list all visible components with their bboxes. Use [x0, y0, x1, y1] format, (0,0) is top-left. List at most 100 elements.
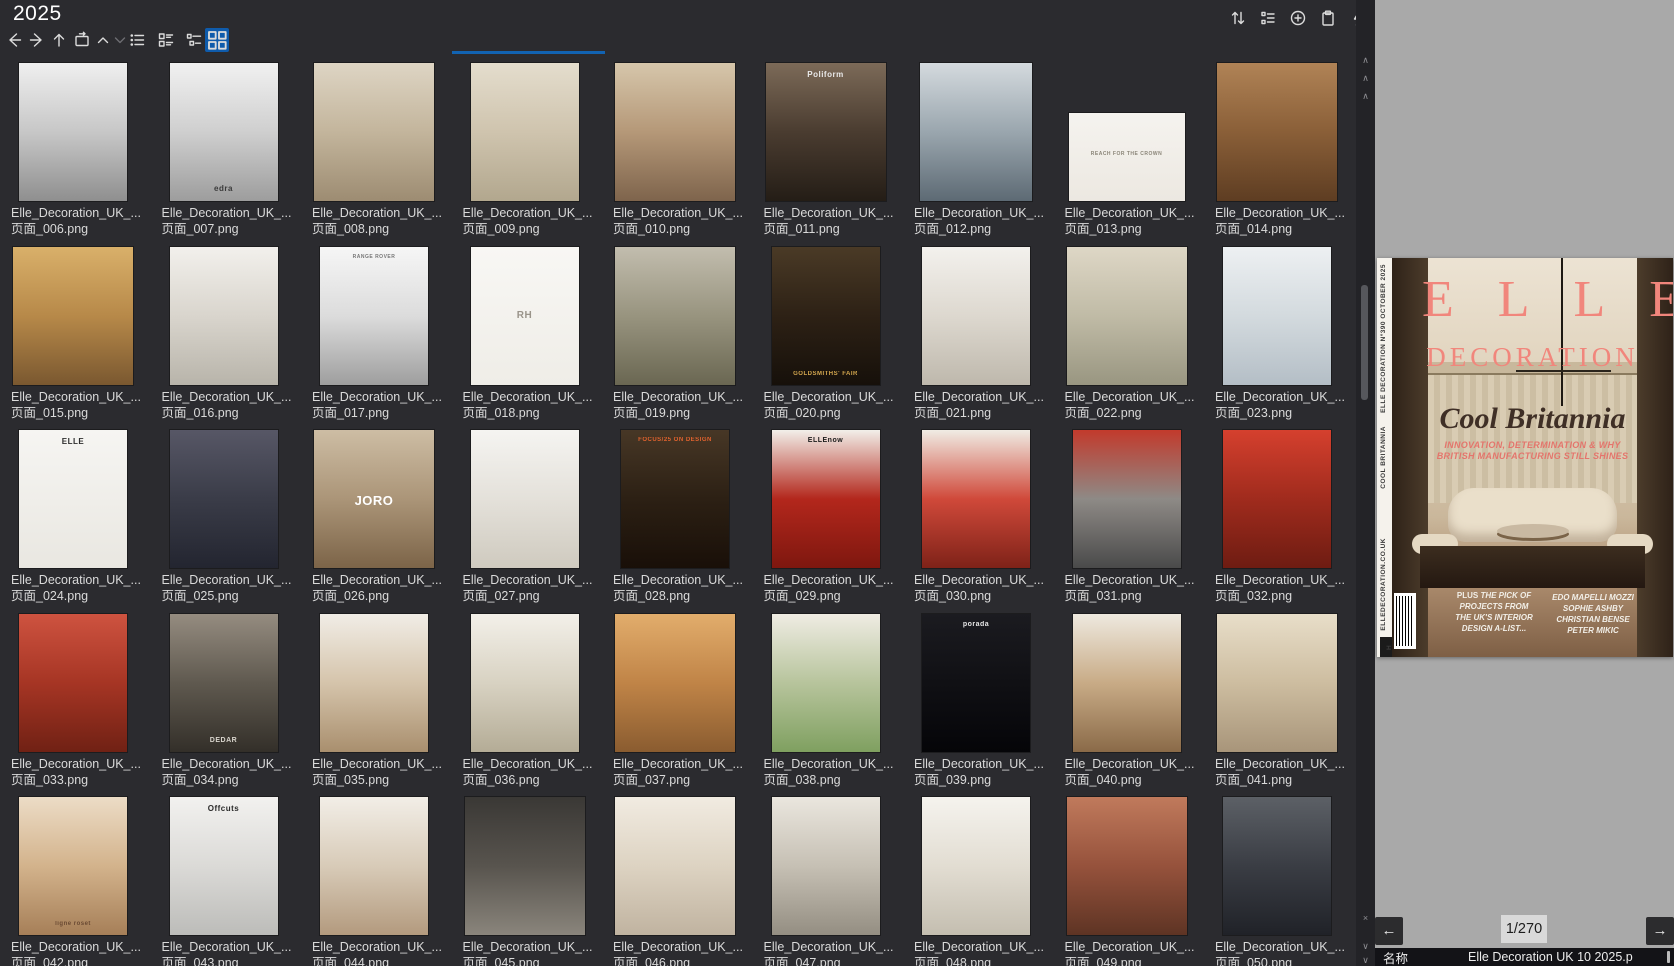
thumbnail-image[interactable]: [465, 797, 585, 935]
thumbnail-image[interactable]: [170, 430, 278, 568]
grid-item[interactable]: Elle_Decoration_UK_...页面_023.png: [1215, 245, 1355, 425]
thumbnail-image[interactable]: [772, 797, 880, 935]
grid-item[interactable]: GOLDSMITHS' FAIRElle_Decoration_UK_...页面…: [764, 245, 904, 425]
grid-item[interactable]: Elle_Decoration_UK_...页面_016.png: [162, 245, 302, 425]
forward-button[interactable]: [27, 30, 46, 49]
thumbnail-image[interactable]: [1067, 797, 1187, 935]
panel-close-icon[interactable]: ×: [1360, 913, 1371, 923]
thumbnail-image[interactable]: JORO: [314, 430, 434, 568]
grid-item[interactable]: OffcutsElle_Decoration_UK_...页面_043.png: [162, 795, 302, 966]
up-button[interactable]: [49, 30, 68, 49]
grid-item[interactable]: Elle_Decoration_UK_...页面_047.png: [764, 795, 904, 966]
checklist-button[interactable]: [1258, 8, 1277, 27]
grid-item[interactable]: RANGE ROVERElle_Decoration_UK_...页面_017.…: [312, 245, 452, 425]
thumbnail-image[interactable]: [922, 430, 1030, 568]
thumbnail-image[interactable]: [13, 247, 133, 385]
grid-item[interactable]: JOROElle_Decoration_UK_...页面_026.png: [312, 428, 452, 608]
grid-item[interactable]: Elle_Decoration_UK_...页面_032.png: [1215, 428, 1355, 608]
grid-item[interactable]: Elle_Decoration_UK_...页面_036.png: [463, 612, 603, 792]
thumbnail-image[interactable]: porada: [922, 614, 1030, 752]
grid-item[interactable]: PoliformElle_Decoration_UK_...页面_011.png: [764, 61, 904, 241]
vertical-scrollbar[interactable]: ∧ ∧ ∧ × ∨ ∨: [1356, 0, 1375, 966]
grid-item[interactable]: Elle_Decoration_UK_...页面_038.png: [764, 612, 904, 792]
grid-item[interactable]: Elle_Decoration_UK_...页面_021.png: [914, 245, 1054, 425]
grid-item[interactable]: Elle_Decoration_UK_...页面_045.png: [463, 795, 603, 966]
thumbnail-image[interactable]: [314, 63, 434, 201]
grid-view-button[interactable]: [205, 28, 229, 52]
scroll-up-icon[interactable]: ∧: [1360, 91, 1371, 101]
thumbnail-image[interactable]: ELLEnow: [772, 430, 880, 568]
grid-item[interactable]: Elle_Decoration_UK_...页面_009.png: [463, 61, 603, 241]
thumbnail-image[interactable]: [19, 63, 127, 201]
thumbnail-image[interactable]: [1223, 247, 1331, 385]
thumbnail-image[interactable]: [471, 614, 579, 752]
thumbnail-image[interactable]: [1217, 614, 1337, 752]
grid-item[interactable]: ELLEElle_Decoration_UK_...页面_024.png: [11, 428, 151, 608]
grid-item[interactable]: Elle_Decoration_UK_...页面_050.png: [1215, 795, 1355, 966]
add-button[interactable]: [1288, 8, 1307, 27]
thumbnail-image[interactable]: [1223, 430, 1331, 568]
thumbnail-image[interactable]: [920, 63, 1032, 201]
details-view-button[interactable]: [184, 30, 203, 49]
thumbnail-image[interactable]: REACH FOR THE CROWN: [1069, 113, 1185, 201]
thumbnail-image[interactable]: RH: [471, 247, 579, 385]
grid-item[interactable]: Elle_Decoration_UK_...页面_048.png: [914, 795, 1054, 966]
grid-item[interactable]: Elle_Decoration_UK_...页面_037.png: [613, 612, 753, 792]
grid-item[interactable]: Elle_Decoration_UK_...页面_033.png: [11, 612, 151, 792]
tiles-view-button[interactable]: [156, 30, 175, 49]
scroll-up-icon[interactable]: ∧: [1360, 55, 1371, 65]
thumbnail-image[interactable]: [1067, 247, 1187, 385]
thumbnail-image[interactable]: Poliform: [766, 63, 886, 201]
grid-item[interactable]: Elle_Decoration_UK_...页面_041.png: [1215, 612, 1355, 792]
scroll-up-icon[interactable]: ∧: [1360, 73, 1371, 83]
grid-item[interactable]: edraElle_Decoration_UK_...页面_007.png: [162, 61, 302, 241]
grid-item[interactable]: REACH FOR THE CROWNElle_Decoration_UK_..…: [1065, 61, 1205, 241]
paste-button[interactable]: [1318, 8, 1337, 27]
thumbnail-image[interactable]: [615, 614, 735, 752]
thumbnail-image[interactable]: [772, 614, 880, 752]
scroll-down-icon[interactable]: ∨: [1360, 955, 1371, 965]
grid-item[interactable]: poradaElle_Decoration_UK_...页面_039.png: [914, 612, 1054, 792]
grid-item[interactable]: Elle_Decoration_UK_...页面_008.png: [312, 61, 452, 241]
thumbnail-image[interactable]: [1223, 797, 1331, 935]
thumbnail-image[interactable]: [471, 63, 579, 201]
list-view-button[interactable]: [127, 30, 146, 49]
thumbnail-image[interactable]: [170, 247, 278, 385]
next-page-button[interactable]: →: [1646, 917, 1674, 945]
thumbnail-image[interactable]: [615, 797, 735, 935]
grid-item[interactable]: RHElle_Decoration_UK_...页面_018.png: [463, 245, 603, 425]
grid-item[interactable]: ligne rosetElle_Decoration_UK_...页面_042.…: [11, 795, 151, 966]
grid-item[interactable]: Elle_Decoration_UK_...页面_019.png: [613, 245, 753, 425]
thumbnail-image[interactable]: [19, 614, 127, 752]
refresh-button[interactable]: [72, 30, 91, 49]
grid-item[interactable]: Elle_Decoration_UK_...页面_010.png: [613, 61, 753, 241]
grid-item[interactable]: Elle_Decoration_UK_...页面_030.png: [914, 428, 1054, 608]
thumbnail-image[interactable]: [1073, 430, 1181, 568]
thumbnail-image[interactable]: [320, 797, 428, 935]
thumbnail-image[interactable]: Offcuts: [170, 797, 278, 935]
thumbnail-image[interactable]: [320, 614, 428, 752]
grid-item[interactable]: Elle_Decoration_UK_...页面_046.png: [613, 795, 753, 966]
grid-item[interactable]: Elle_Decoration_UK_...页面_012.png: [914, 61, 1054, 241]
grid-item[interactable]: Elle_Decoration_UK_...页面_025.png: [162, 428, 302, 608]
back-button[interactable]: [4, 30, 23, 49]
thumbnail-image[interactable]: [1217, 63, 1337, 201]
vertical-scrollbar-thumb[interactable]: [1361, 285, 1368, 400]
grid-item[interactable]: Elle_Decoration_UK_...页面_006.png: [11, 61, 151, 241]
thumbnail-image[interactable]: DEDAR: [170, 614, 278, 752]
grid-item[interactable]: Elle_Decoration_UK_...页面_044.png: [312, 795, 452, 966]
status-mini-scrollbar[interactable]: [1667, 951, 1670, 963]
thumbnail-image[interactable]: [615, 247, 735, 385]
grid-item[interactable]: Elle_Decoration_UK_...页面_049.png: [1065, 795, 1205, 966]
thumbnail-image[interactable]: ligne roset: [19, 797, 127, 935]
horizontal-scrollbar-thumb[interactable]: [452, 51, 605, 54]
grid-item[interactable]: Elle_Decoration_UK_...页面_014.png: [1215, 61, 1355, 241]
grid-item[interactable]: Elle_Decoration_UK_...页面_015.png: [11, 245, 151, 425]
previous-page-button[interactable]: ←: [1375, 917, 1403, 945]
thumbnail-image[interactable]: FOCUS/25 ON DESIGN: [621, 430, 729, 568]
grid-item[interactable]: FOCUS/25 ON DESIGNElle_Decoration_UK_...…: [613, 428, 753, 608]
thumbnail-image[interactable]: GOLDSMITHS' FAIR: [772, 247, 880, 385]
grid-item[interactable]: Elle_Decoration_UK_...页面_022.png: [1065, 245, 1205, 425]
grid-item[interactable]: Elle_Decoration_UK_...页面_027.png: [463, 428, 603, 608]
thumbnail-image[interactable]: [922, 247, 1030, 385]
